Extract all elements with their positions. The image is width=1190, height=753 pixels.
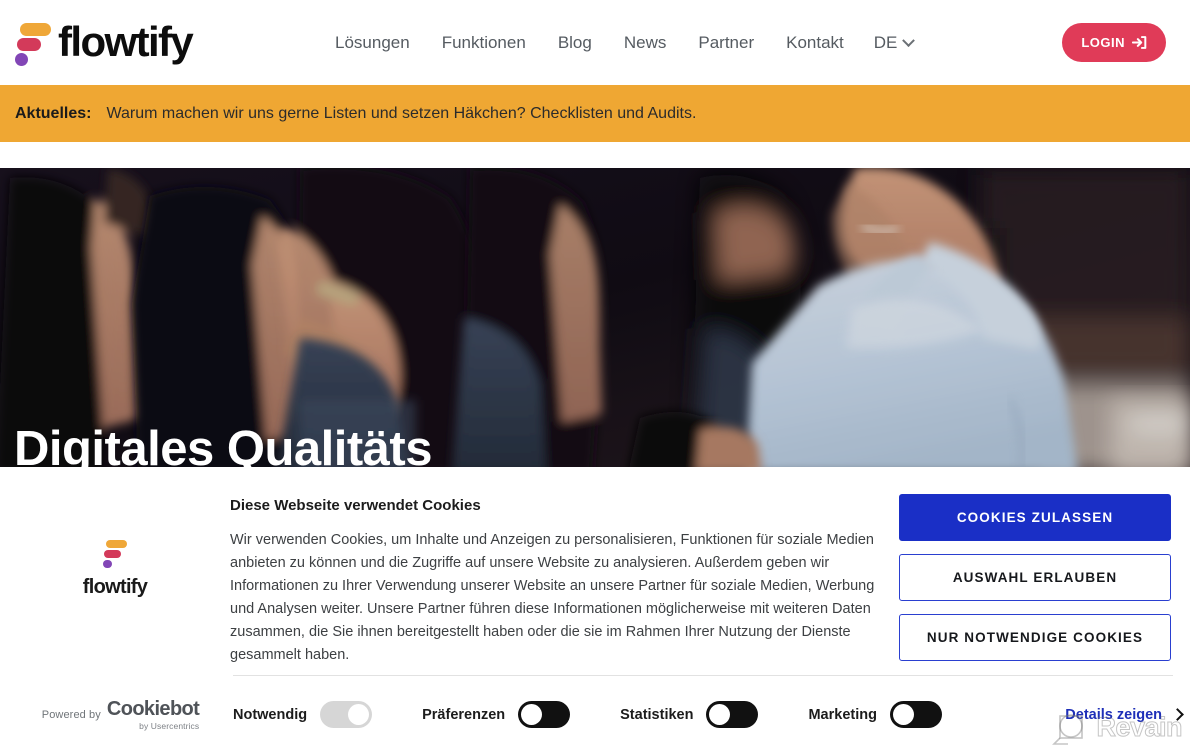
- toggle-label-statistiken: Statistiken: [620, 706, 694, 723]
- toggle-label-notwendig: Notwendig: [233, 706, 308, 723]
- toggle-knob: [521, 704, 543, 725]
- toggle-knob: [709, 704, 731, 725]
- login-button-label: LOGIN: [1081, 35, 1125, 50]
- logo-bar-red: [17, 38, 41, 51]
- powered-by-label: Powered by: [41, 708, 101, 721]
- toggle-item-marketing[interactable]: Marketing: [808, 701, 942, 728]
- allow-all-cookies-button[interactable]: COOKIES ZULASSEN: [899, 494, 1171, 541]
- cookie-dialog-footer: Powered by Cookiebot by Usercentrics Not…: [0, 676, 1190, 753]
- language-selector[interactable]: DE: [860, 33, 928, 53]
- cookie-dialog-body: Wir verwenden Cookies, um Inhalte und An…: [230, 532, 875, 663]
- page-root: flowtify Lösungen Funktionen Blog News P…: [0, 0, 1190, 753]
- nav-item-kontakt[interactable]: Kontakt: [770, 30, 860, 56]
- nav-item-partner[interactable]: Partner: [682, 30, 770, 56]
- logo-dot-purple: [15, 53, 28, 66]
- announcement-bar[interactable]: Aktuelles: Warum machen wir uns gerne Li…: [0, 85, 1190, 142]
- nav-item-funktionen[interactable]: Funktionen: [426, 30, 542, 56]
- toggle-switch-marketing[interactable]: [889, 701, 942, 728]
- login-button[interactable]: LOGIN: [1062, 23, 1166, 62]
- show-details-link[interactable]: Details zeigen: [1065, 706, 1184, 723]
- announcement-text: Warum machen wir uns gerne Listen und se…: [106, 104, 697, 122]
- cookie-dialog-actions: COOKIES ZULASSEN AUSWAHL ERLAUBEN NUR NO…: [875, 481, 1190, 675]
- cookie-dialog-heading: Diese Webseite verwendet Cookies: [230, 497, 481, 514]
- toggle-switch-statistiken[interactable]: [706, 701, 759, 728]
- announcement-label: Aktuelles:: [15, 104, 92, 122]
- cookie-consent-dialog: flowtify Diese Webseite verwendet Cookie…: [0, 467, 1190, 753]
- cookiebot-subtitle: by Usercentrics: [139, 720, 200, 731]
- nav-item-blog[interactable]: Blog: [542, 30, 608, 56]
- nav-item-loesungen[interactable]: Lösungen: [330, 30, 426, 56]
- show-details-label: Details zeigen: [1065, 706, 1162, 723]
- cookie-dialog-text: Diese Webseite verwendet Cookies Wir ver…: [230, 481, 875, 675]
- toggle-label-praeferenzen: Präferenzen: [422, 706, 506, 723]
- sign-in-icon: [1132, 36, 1147, 49]
- toggle-knob: [892, 704, 914, 725]
- cookiebot-name: Cookiebot: [106, 697, 200, 720]
- cookie-category-toggles: Notwendig Präferenzen Statistiken Market…: [233, 701, 1065, 728]
- allow-selection-button[interactable]: AUSWAHL ERLAUBEN: [899, 554, 1171, 601]
- cookie-dialog-main: flowtify Diese Webseite verwendet Cookie…: [0, 467, 1190, 675]
- logo-wordmark: flowtify: [58, 18, 194, 65]
- necessary-only-button[interactable]: NUR NOTWENDIGE COOKIES: [899, 614, 1171, 661]
- logo-bar-orange-small: [105, 539, 127, 548]
- chevron-right-icon: [1171, 708, 1184, 721]
- site-logo[interactable]: flowtify: [14, 13, 194, 71]
- cookie-dialog-brand: flowtify: [0, 481, 230, 675]
- language-selector-label: DE: [873, 33, 898, 52]
- cookiebot-logo: Cookiebot by Usercentrics: [106, 697, 200, 731]
- toggle-item-praeferenzen[interactable]: Präferenzen: [422, 701, 571, 728]
- cookie-brand-wordmark: flowtify: [82, 575, 148, 598]
- chevron-down-icon: [902, 33, 916, 47]
- logo-bar-orange: [20, 23, 51, 36]
- toggle-switch-notwendig[interactable]: [320, 701, 373, 728]
- toggle-label-marketing: Marketing: [808, 706, 877, 723]
- primary-navigation: Lösungen Funktionen Blog News Partner Ko…: [330, 30, 927, 56]
- logo-bar-red-small: [103, 549, 121, 558]
- hero-section: Digitales Qualitäts: [0, 168, 1190, 473]
- toggle-switch-praeferenzen[interactable]: [518, 701, 571, 728]
- toggle-item-notwendig[interactable]: Notwendig: [233, 701, 373, 728]
- hero-headline: Digitales Qualitäts: [14, 422, 433, 473]
- cookiebot-branding[interactable]: Powered by Cookiebot by Usercentrics: [0, 699, 233, 731]
- toggle-item-statistiken[interactable]: Statistiken: [620, 701, 759, 728]
- flowtify-logo-icon: [14, 17, 52, 67]
- toggle-knob: [348, 704, 370, 725]
- flowtify-logo-icon-small: [102, 538, 128, 570]
- nav-item-news[interactable]: News: [608, 30, 683, 56]
- logo-dot-purple-small: [102, 559, 112, 568]
- site-header: flowtify Lösungen Funktionen Blog News P…: [0, 0, 1190, 85]
